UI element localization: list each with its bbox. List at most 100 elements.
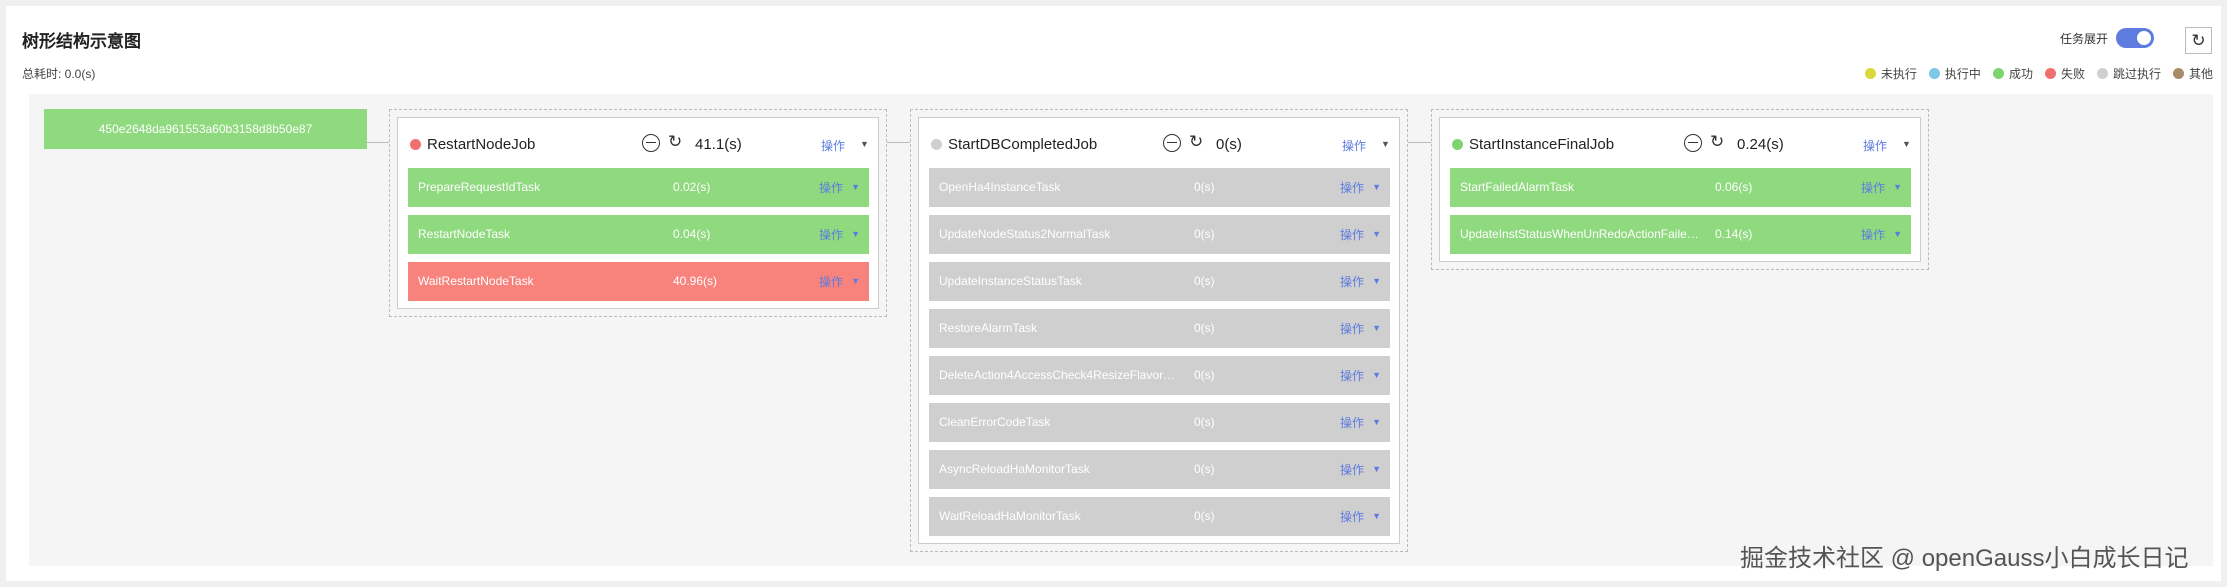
task-row[interactable]: UpdateNodeStatus2NormalTask 0(s) 操作 ▼ xyxy=(929,215,1390,254)
task-operation-button[interactable]: 操作 xyxy=(1340,461,1364,478)
task-duration: 0.06(s) xyxy=(1715,180,1753,194)
task-duration: 40.96(s) xyxy=(673,274,718,288)
task-row[interactable]: PrepareRequestIdTask 0.02(s) 操作 ▼ xyxy=(408,168,869,207)
page-title: 树形结构示意图 xyxy=(22,32,141,51)
task-operation-button[interactable]: 操作 xyxy=(1340,273,1364,290)
chevron-down-icon[interactable]: ▼ xyxy=(1372,182,1381,192)
job-name: StartInstanceFinalJob xyxy=(1469,136,1615,153)
task-name: UpdateNodeStatus2NormalTask xyxy=(939,227,1111,241)
task-row[interactable]: UpdateInstStatusWhenUnRedoActionFailed..… xyxy=(1450,215,1911,254)
job-card: StartDBCompletedJob ↻ 0(s) 操作 ▼ OpenHa4Instan… xyxy=(918,117,1400,544)
chevron-down-icon[interactable]: ▼ xyxy=(1372,464,1381,474)
chevron-down-icon[interactable]: ▼ xyxy=(1372,276,1381,286)
legend-dot xyxy=(1928,68,1940,79)
retry-icon[interactable]: ↻ xyxy=(1189,132,1203,152)
task-row[interactable]: CleanErrorCodeTask 0(s) 操作 ▼ xyxy=(929,403,1390,442)
job-name: RestartNodeJob xyxy=(427,136,536,153)
chevron-down-icon[interactable]: ▼ xyxy=(851,182,860,192)
job-operation-button[interactable]: 操作 xyxy=(821,137,845,154)
legend-label: 执行中 xyxy=(1944,67,1981,81)
job-header: RestartNodeJob ↻ 41.1(s) 操作 ▼ xyxy=(398,118,878,168)
chevron-down-icon[interactable]: ▼ xyxy=(1902,139,1911,149)
legend-item: 执行中 xyxy=(1928,65,1981,82)
legend-item: 未执行 xyxy=(1864,65,1917,82)
task-name: RestartNodeTask xyxy=(418,227,511,241)
task-expand-control: 任务展开 xyxy=(2060,28,2155,48)
watermark: 掘金技术社区 @ openGauss小白成长日记 xyxy=(1740,545,2189,572)
legend-label: 未执行 xyxy=(1880,67,1917,81)
legend-label: 其他 xyxy=(2188,67,2213,81)
retry-icon[interactable]: ↻ xyxy=(668,132,682,152)
chevron-down-icon[interactable]: ▼ xyxy=(1893,182,1902,192)
chevron-down-icon[interactable]: ▼ xyxy=(1893,229,1902,239)
stop-icon[interactable] xyxy=(1163,134,1181,152)
task-row[interactable]: WaitReloadHaMonitorTask 0(s) 操作 ▼ xyxy=(929,497,1390,536)
chevron-down-icon[interactable]: ▼ xyxy=(860,139,869,149)
root-node[interactable]: 450e2648da961553a60b3158d8b50e87 xyxy=(44,109,367,149)
chevron-down-icon[interactable]: ▼ xyxy=(1372,229,1381,239)
chevron-down-icon[interactable]: ▼ xyxy=(1381,139,1390,149)
task-row[interactable]: UpdateInstanceStatusTask 0(s) 操作 ▼ xyxy=(929,262,1390,301)
task-duration: 0(s) xyxy=(1194,415,1215,429)
task-duration: 0(s) xyxy=(1194,321,1215,335)
task-duration: 0(s) xyxy=(1194,368,1215,382)
chevron-down-icon[interactable]: ▼ xyxy=(1372,511,1381,521)
legend-label: 失败 xyxy=(2060,67,2085,81)
task-name: WaitReloadHaMonitorTask xyxy=(939,509,1081,523)
legend-item: 失败 xyxy=(2044,65,2085,82)
job-card: StartInstanceFinalJob ↻ 0.24(s) 操作 ▼ StartFai… xyxy=(1439,117,1921,262)
toggle-knob xyxy=(2137,31,2152,45)
task-row[interactable]: RestoreAlarmTask 0(s) 操作 ▼ xyxy=(929,309,1390,348)
refresh-button[interactable]: ↻ xyxy=(2185,27,2212,54)
task-operation-button[interactable]: 操作 xyxy=(1340,414,1364,431)
task-row[interactable]: StartFailedAlarmTask 0.06(s) 操作 ▼ xyxy=(1450,168,1911,207)
chevron-down-icon[interactable]: ▼ xyxy=(851,229,860,239)
task-duration: 0(s) xyxy=(1194,274,1215,288)
legend-item: 跳过执行 xyxy=(2096,65,2161,82)
total-time: 总耗时: 0.0(s) xyxy=(22,67,96,81)
task-operation-button[interactable]: 操作 xyxy=(1861,226,1885,243)
task-expand-toggle[interactable] xyxy=(2116,28,2155,48)
task-operation-button[interactable]: 操作 xyxy=(819,179,843,196)
retry-icon[interactable]: ↻ xyxy=(1710,132,1724,152)
job-operation-button[interactable]: 操作 xyxy=(1342,137,1366,154)
task-row[interactable]: OpenHa4InstanceTask 0(s) 操作 ▼ xyxy=(929,168,1390,207)
job-status-dot xyxy=(410,139,421,150)
task-row[interactable]: AsyncReloadHaMonitorTask 0(s) 操作 ▼ xyxy=(929,450,1390,489)
job-connector xyxy=(367,142,389,143)
task-operation-button[interactable]: 操作 xyxy=(1340,179,1364,196)
legend-item: 成功 xyxy=(1992,65,2033,82)
task-operation-button[interactable]: 操作 xyxy=(1340,320,1364,337)
task-row[interactable]: DeleteAction4AccessCheck4ResizeFlavorT..… xyxy=(929,356,1390,395)
job-duration: 41.1(s) xyxy=(695,136,742,153)
task-row[interactable]: RestartNodeTask 0.04(s) 操作 ▼ xyxy=(408,215,869,254)
legend-dot xyxy=(1864,68,1876,79)
task-name: PrepareRequestIdTask xyxy=(418,180,541,194)
refresh-icon: ↻ xyxy=(2191,30,2206,50)
task-name: WaitRestartNodeTask xyxy=(418,274,534,288)
task-operation-button[interactable]: 操作 xyxy=(1340,508,1364,525)
task-duration: 0(s) xyxy=(1194,462,1215,476)
task-operation-button[interactable]: 操作 xyxy=(819,273,843,290)
chevron-down-icon[interactable]: ▼ xyxy=(851,276,860,286)
task-duration: 0.04(s) xyxy=(673,227,711,241)
stop-icon[interactable] xyxy=(642,134,660,152)
task-name: RestoreAlarmTask xyxy=(939,321,1038,335)
job-status-dot xyxy=(1452,139,1463,150)
chevron-down-icon[interactable]: ▼ xyxy=(1372,417,1381,427)
chevron-down-icon[interactable]: ▼ xyxy=(1372,370,1381,380)
job-name: StartDBCompletedJob xyxy=(948,136,1098,153)
chevron-down-icon[interactable]: ▼ xyxy=(1372,323,1381,333)
task-operation-button[interactable]: 操作 xyxy=(1861,179,1885,196)
stop-icon[interactable] xyxy=(1684,134,1702,152)
task-name: CleanErrorCodeTask xyxy=(939,415,1051,429)
legend-dot xyxy=(2044,68,2056,79)
job-duration: 0.24(s) xyxy=(1737,136,1784,153)
task-operation-button[interactable]: 操作 xyxy=(1340,226,1364,243)
task-operation-button[interactable]: 操作 xyxy=(1340,367,1364,384)
task-operation-button[interactable]: 操作 xyxy=(819,226,843,243)
job-operation-button[interactable]: 操作 xyxy=(1863,137,1887,154)
task-name: OpenHa4InstanceTask xyxy=(939,180,1061,194)
task-row[interactable]: WaitRestartNodeTask 40.96(s) 操作 ▼ xyxy=(408,262,869,301)
legend-dot xyxy=(2172,68,2184,79)
